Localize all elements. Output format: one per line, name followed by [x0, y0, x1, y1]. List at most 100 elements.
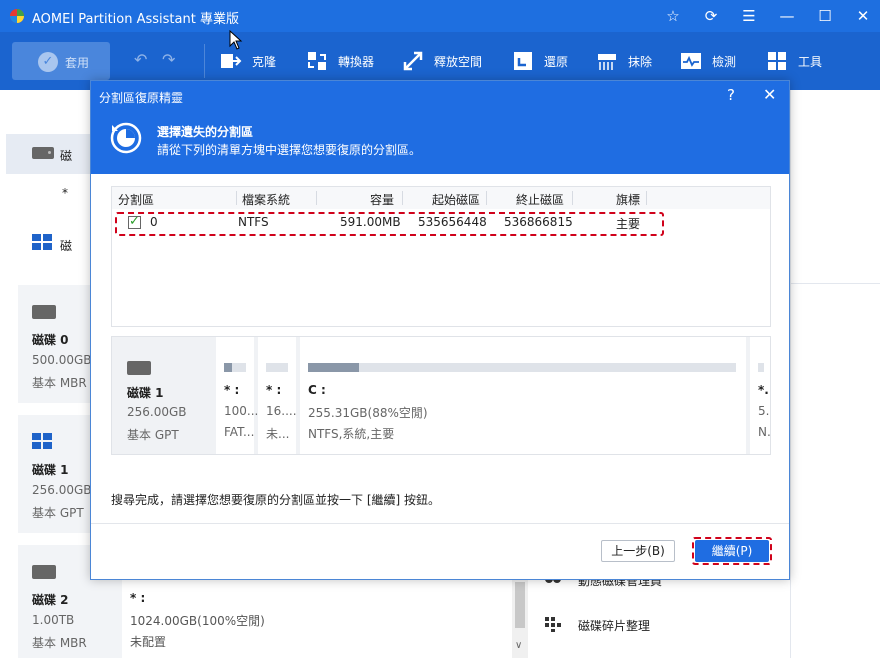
tools-icon — [768, 52, 786, 70]
column-end-sector: 終止磁區 — [516, 193, 565, 207]
list-item-label: * — [62, 186, 68, 200]
column-flag: 旗標 — [616, 193, 641, 207]
partition-block[interactable]: * : 16.... 未... — [258, 337, 297, 454]
partition-size: 16.... — [266, 404, 297, 418]
disk-type: 基本 MBR — [32, 376, 87, 390]
highlight-box — [115, 212, 664, 236]
disk2-partition[interactable]: * : 1024.00GB(100%空閒) 未配置 — [122, 578, 494, 658]
partition-size: 1024.00GB(100%空閒) — [130, 614, 265, 628]
partition-fs: 未配置 — [130, 635, 167, 649]
list-item-label: 磁 — [60, 149, 73, 163]
usage-bar — [758, 363, 764, 372]
app-logo-icon — [10, 9, 24, 23]
check-label: 檢測 — [712, 55, 737, 69]
scrollbar-thumb[interactable] — [515, 582, 525, 628]
partition-size: 5.... — [758, 404, 770, 418]
lost-partition-table: 分割區 檔案系統 容量 起始磁區 終止磁區 旗標 0 NTFS 591.00MB… — [111, 186, 771, 327]
status-text: 搜尋完成，請選擇您想要復原的分割區並按一下 [繼續] 按鈕。 — [111, 493, 440, 507]
disk-icon — [127, 361, 151, 375]
disk-size: 256.00GB — [32, 483, 92, 497]
free-space-icon — [403, 51, 423, 71]
convert-label: 轉換器 — [338, 55, 375, 69]
back-button[interactable]: 上一步(B) — [601, 540, 675, 562]
disk-icon — [32, 147, 54, 159]
star-icon[interactable]: ☆ — [660, 4, 686, 28]
defrag-icon — [545, 617, 561, 632]
redo-icon[interactable]: ↷ — [162, 50, 175, 69]
right-pane — [790, 90, 880, 658]
partition-label: * : — [130, 591, 146, 605]
dialog-subheading: 請從下列的清單方塊中選擇您想要復原的分割區。 — [157, 143, 422, 157]
partition-label: *... — [758, 383, 770, 397]
help-icon[interactable]: ? — [727, 86, 735, 104]
wipe-icon — [598, 54, 616, 70]
partition-label: * : — [266, 383, 282, 397]
refresh-icon[interactable]: ⟳ — [698, 4, 724, 28]
mouse-cursor-icon — [229, 30, 243, 50]
apply-label: 套用 — [65, 56, 90, 70]
dialog-divider — [91, 523, 789, 524]
check-disk-icon — [681, 53, 701, 69]
undo-icon[interactable]: ↶ — [134, 50, 147, 69]
maximize-icon[interactable]: ☐ — [812, 4, 838, 28]
restore-icon — [514, 52, 532, 70]
partition-recovery-dialog: 分割區復原精靈 ? ✕ 選擇遺失的分割區 請從下列的清單方塊中選擇您想要復原的分… — [90, 80, 790, 580]
partition-fs: FAT... — [224, 425, 255, 439]
disk-size: 1.00TB — [32, 613, 75, 627]
dialog-title: 分割區復原精靈 — [99, 91, 184, 105]
disk-name: 磁碟 1 — [32, 463, 69, 477]
disk-size: 256.00GB — [127, 405, 187, 419]
partition-block[interactable]: *... 5.... N... — [750, 337, 770, 454]
divider — [790, 283, 880, 284]
list-item-label: 磁 — [60, 239, 73, 253]
partition-block[interactable]: * : 100... FAT... — [216, 337, 258, 454]
title-bar: AOMEI Partition Assistant 專業版 ☆ ⟳ ☰ — ☐ … — [0, 0, 880, 32]
tools-label: 工具 — [798, 55, 823, 69]
restore-label: 還原 — [544, 55, 569, 69]
chevron-down-icon[interactable]: ∨ — [515, 640, 522, 651]
dialog-heading: 選擇遺失的分割區 — [157, 125, 254, 139]
disk-name: 磁碟 0 — [32, 333, 69, 347]
disk-icon — [32, 565, 56, 579]
check-icon: ✓ — [38, 52, 58, 72]
column-filesystem: 檔案系統 — [242, 193, 291, 207]
defrag-label: 磁碟碎片整理 — [578, 619, 651, 633]
disk-type: 基本 GPT — [127, 428, 179, 442]
usage-bar — [224, 363, 246, 372]
partition-fs: NTFS,系統,主要 — [308, 427, 395, 441]
convert-icon — [308, 52, 326, 70]
close-icon[interactable]: ✕ — [763, 85, 776, 104]
usage-fill — [224, 363, 232, 372]
disk-icon — [32, 305, 56, 319]
toolbar-divider — [204, 44, 205, 78]
app-title: AOMEI Partition Assistant 專業版 — [32, 12, 239, 27]
usage-bar — [308, 363, 736, 372]
usage-bar — [266, 363, 288, 372]
disk-name: 磁碟 1 — [127, 386, 164, 400]
close-icon[interactable]: ✕ — [850, 4, 876, 28]
disk-name: 磁碟 2 — [32, 593, 69, 607]
partition-fs: 未... — [266, 427, 290, 441]
windows-icon — [32, 433, 54, 451]
menu-icon[interactable]: ☰ — [736, 4, 762, 28]
clone-label: 克隆 — [252, 55, 277, 69]
partition-size: 100... — [224, 404, 259, 418]
partition-size: 255.31GB(88%空閒) — [308, 406, 428, 420]
scrollbar[interactable]: ∨ — [512, 578, 528, 658]
clone-icon — [221, 54, 242, 68]
dialog-header: 分割區復原精靈 ? ✕ 選擇遺失的分割區 請從下列的清單方塊中選擇您想要復原的分… — [91, 81, 789, 174]
minimize-icon[interactable]: — — [774, 4, 800, 28]
disk-type: 基本 MBR — [32, 636, 87, 650]
column-partition: 分割區 — [118, 193, 155, 207]
partition-label: * : — [224, 383, 240, 397]
partition-block[interactable]: C : 255.31GB(88%空閒) NTFS,系統,主要 — [300, 337, 746, 454]
free-space-label: 釋放空間 — [434, 55, 483, 69]
windows-icon — [32, 234, 54, 252]
partition-recovery-icon — [110, 122, 142, 154]
apply-button[interactable]: ✓ 套用 — [12, 42, 110, 80]
disk-size: 500.00GB — [32, 353, 92, 367]
column-capacity: 容量 — [370, 193, 395, 207]
wipe-label: 抹除 — [628, 55, 653, 69]
usage-fill — [308, 363, 360, 372]
disk-type: 基本 GPT — [32, 506, 84, 520]
